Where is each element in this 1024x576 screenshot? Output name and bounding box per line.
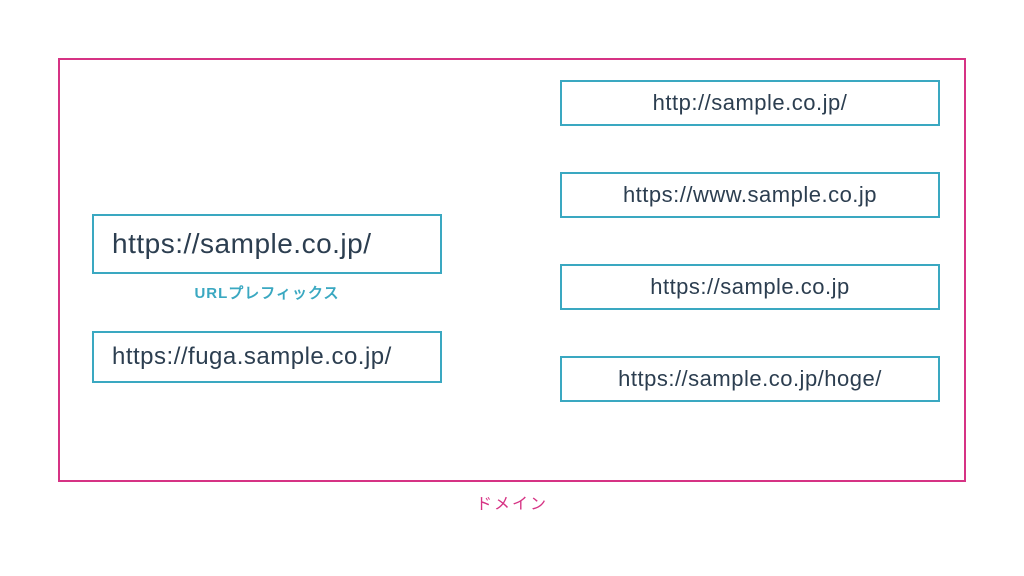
url-box: https://sample.co.jp/hoge/: [560, 356, 940, 402]
primary-url-text: https://sample.co.jp/: [112, 228, 372, 259]
url-text: https://sample.co.jp/hoge/: [618, 366, 882, 391]
domain-label: ドメイン: [0, 490, 1024, 514]
url-box: https://sample.co.jp: [560, 264, 940, 310]
url-box: http://sample.co.jp/: [560, 80, 940, 126]
secondary-url-text: https://fuga.sample.co.jp/: [112, 343, 392, 370]
url-prefix-label: URLプレフィックス: [92, 282, 442, 303]
url-text: http://sample.co.jp/: [653, 90, 848, 115]
url-text: https://sample.co.jp: [650, 274, 850, 299]
primary-url-box: https://sample.co.jp/: [92, 214, 442, 274]
secondary-url-box: https://fuga.sample.co.jp/: [92, 331, 442, 383]
left-column: https://sample.co.jp/ URLプレフィックス https:/…: [92, 214, 442, 383]
url-text: https://www.sample.co.jp: [623, 182, 877, 207]
url-box: https://www.sample.co.jp: [560, 172, 940, 218]
right-column: http://sample.co.jp/ https://www.sample.…: [560, 80, 940, 402]
